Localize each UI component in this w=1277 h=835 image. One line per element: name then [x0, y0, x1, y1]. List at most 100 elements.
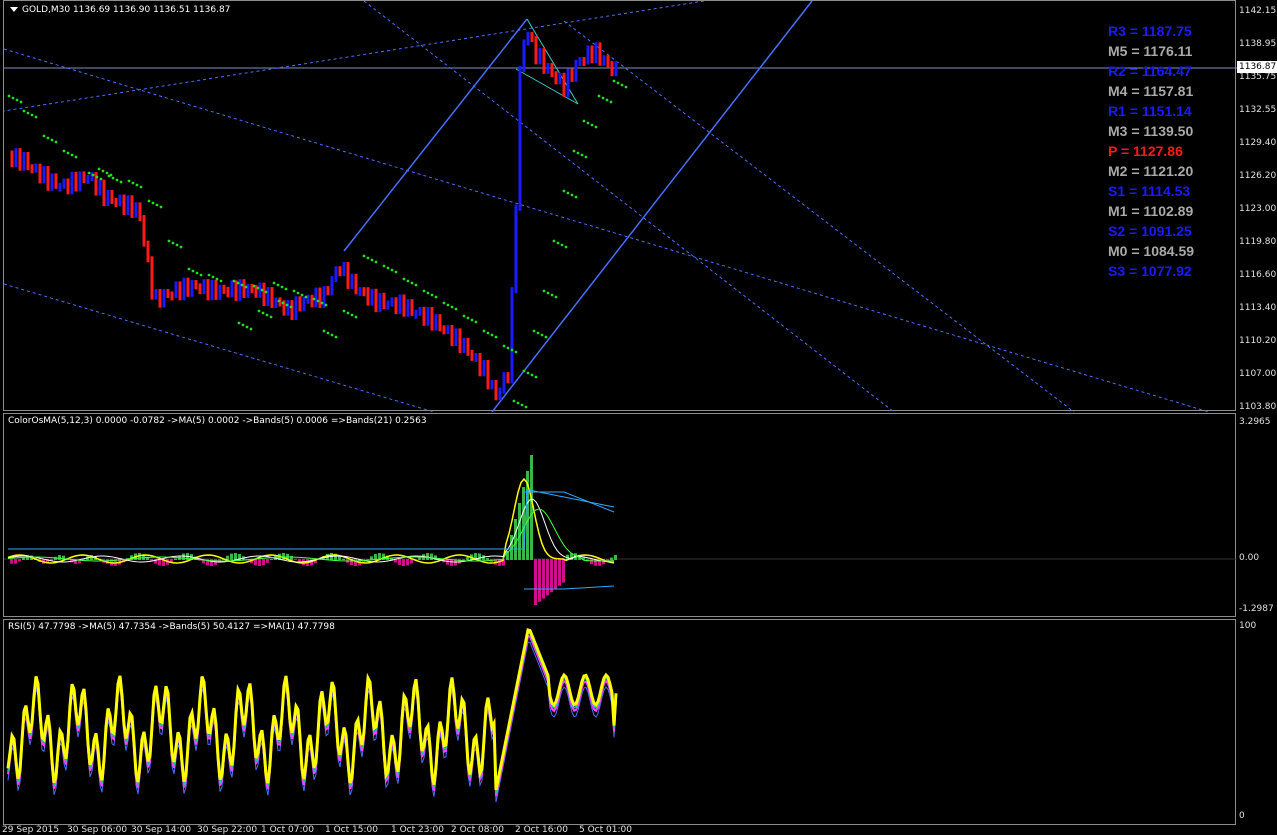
psar-dot	[522, 369, 526, 373]
psar-dot	[269, 315, 273, 319]
candle	[18, 148, 22, 171]
candle	[542, 48, 546, 74]
pivot-m1: M1 = 1102.89	[1108, 203, 1194, 219]
osma-canvas[interactable]	[4, 414, 1237, 618]
osma-bar	[486, 557, 489, 560]
psar-dot	[601, 96, 605, 100]
candle	[510, 287, 514, 384]
candle	[182, 277, 186, 301]
candle	[458, 328, 462, 353]
candle	[338, 266, 342, 277]
osma-bar	[174, 558, 177, 560]
price-tick: 1129.40	[1239, 138, 1277, 148]
candle	[522, 39, 526, 72]
candle	[398, 294, 402, 315]
psar-dot	[546, 291, 550, 295]
rsi-canvas[interactable]	[4, 620, 1237, 826]
osma-indicator-panel[interactable]: ColorOsMA(5,12,3) 0.0000 -0.0782 ->MA(5)…	[3, 413, 1237, 618]
pivot-m5: M5 = 1176.11	[1108, 43, 1193, 59]
psar-dot	[289, 305, 293, 309]
psar-dot	[346, 311, 350, 315]
osma-bar	[546, 559, 549, 596]
price-tick: 1119.80	[1239, 237, 1277, 247]
psar-dot	[494, 335, 498, 339]
rsi-axis: 100 0	[1237, 619, 1277, 825]
psar-dot	[312, 297, 316, 301]
psar-dot	[15, 98, 19, 102]
candle	[202, 279, 206, 295]
candle	[194, 280, 198, 290]
candle	[606, 55, 610, 68]
psar-dot	[572, 149, 576, 153]
psar-dot	[232, 279, 236, 283]
candle	[610, 61, 614, 77]
candle	[382, 292, 386, 310]
candle	[594, 42, 598, 64]
osma-bar	[282, 553, 285, 560]
psar-dot	[466, 316, 470, 320]
osma-bar	[406, 559, 409, 566]
osma-bar	[258, 559, 261, 566]
candle	[190, 280, 194, 297]
psar-dot	[342, 309, 346, 313]
price-tick: 1132.55	[1239, 105, 1277, 115]
price-tick: 1126.20	[1239, 171, 1277, 181]
price-chart-panel[interactable]: GOLD,M30 1136.69 1136.90 1136.51 1136.87	[3, 0, 1237, 412]
psar-dot	[179, 245, 183, 249]
psar-dot	[30, 113, 34, 117]
pivot-s3: S3 = 1077.92	[1108, 263, 1192, 279]
pivot-m0: M0 = 1084.59	[1108, 243, 1195, 259]
psar-dot	[566, 191, 570, 195]
psar-dot	[95, 175, 99, 179]
candle	[310, 294, 314, 308]
psar-dot	[34, 115, 38, 119]
candle	[330, 276, 334, 296]
psar-dot	[554, 295, 558, 299]
psar-dot	[516, 401, 520, 405]
candle	[546, 62, 550, 74]
psar-dot	[74, 155, 78, 159]
psar-dot	[520, 403, 524, 407]
osma-bar	[18, 559, 21, 562]
candle	[434, 314, 438, 331]
price-chart-canvas[interactable]	[4, 1, 1237, 412]
rsi-indicator-panel[interactable]: RSI(5) 47.7798 ->MA(5) 47.7354 ->Bands(5…	[3, 619, 1236, 825]
psar-dot	[70, 153, 74, 157]
psar-dot	[199, 273, 203, 277]
candle	[206, 279, 210, 301]
candle	[162, 289, 166, 308]
chart-menu-icon[interactable]	[10, 7, 18, 12]
psar-dot	[406, 279, 410, 283]
candle	[90, 172, 94, 182]
symbol-header: GOLD,M30 1136.69 1136.90 1136.51 1136.87	[22, 5, 231, 15]
psar-dot	[159, 205, 163, 209]
candle	[130, 195, 134, 218]
candle	[274, 297, 278, 308]
candle	[22, 151, 26, 171]
price-tick: 1113.40	[1239, 303, 1277, 313]
candle	[482, 360, 486, 377]
pivot-m3: M3 = 1139.50	[1108, 123, 1194, 139]
psar-dot	[526, 371, 530, 375]
candle	[374, 288, 378, 313]
candle	[214, 279, 218, 300]
candle	[50, 173, 54, 191]
psar-dot	[426, 291, 430, 295]
candle	[334, 266, 338, 283]
candle	[134, 202, 138, 218]
candle	[126, 195, 130, 215]
price-tick: 1110.20	[1239, 336, 1277, 346]
psar-dot	[62, 149, 66, 153]
candle	[318, 287, 322, 308]
psar-dot	[350, 313, 354, 317]
osma-bar	[398, 559, 401, 565]
time-tick: 29 Sep 2015	[2, 825, 60, 835]
osma-bar	[182, 553, 185, 560]
candle	[54, 173, 58, 189]
candle	[218, 284, 222, 300]
candle	[102, 179, 106, 207]
psar-dot	[474, 320, 478, 324]
psar-dot	[366, 256, 370, 260]
candle	[346, 262, 350, 289]
candle	[326, 286, 330, 296]
